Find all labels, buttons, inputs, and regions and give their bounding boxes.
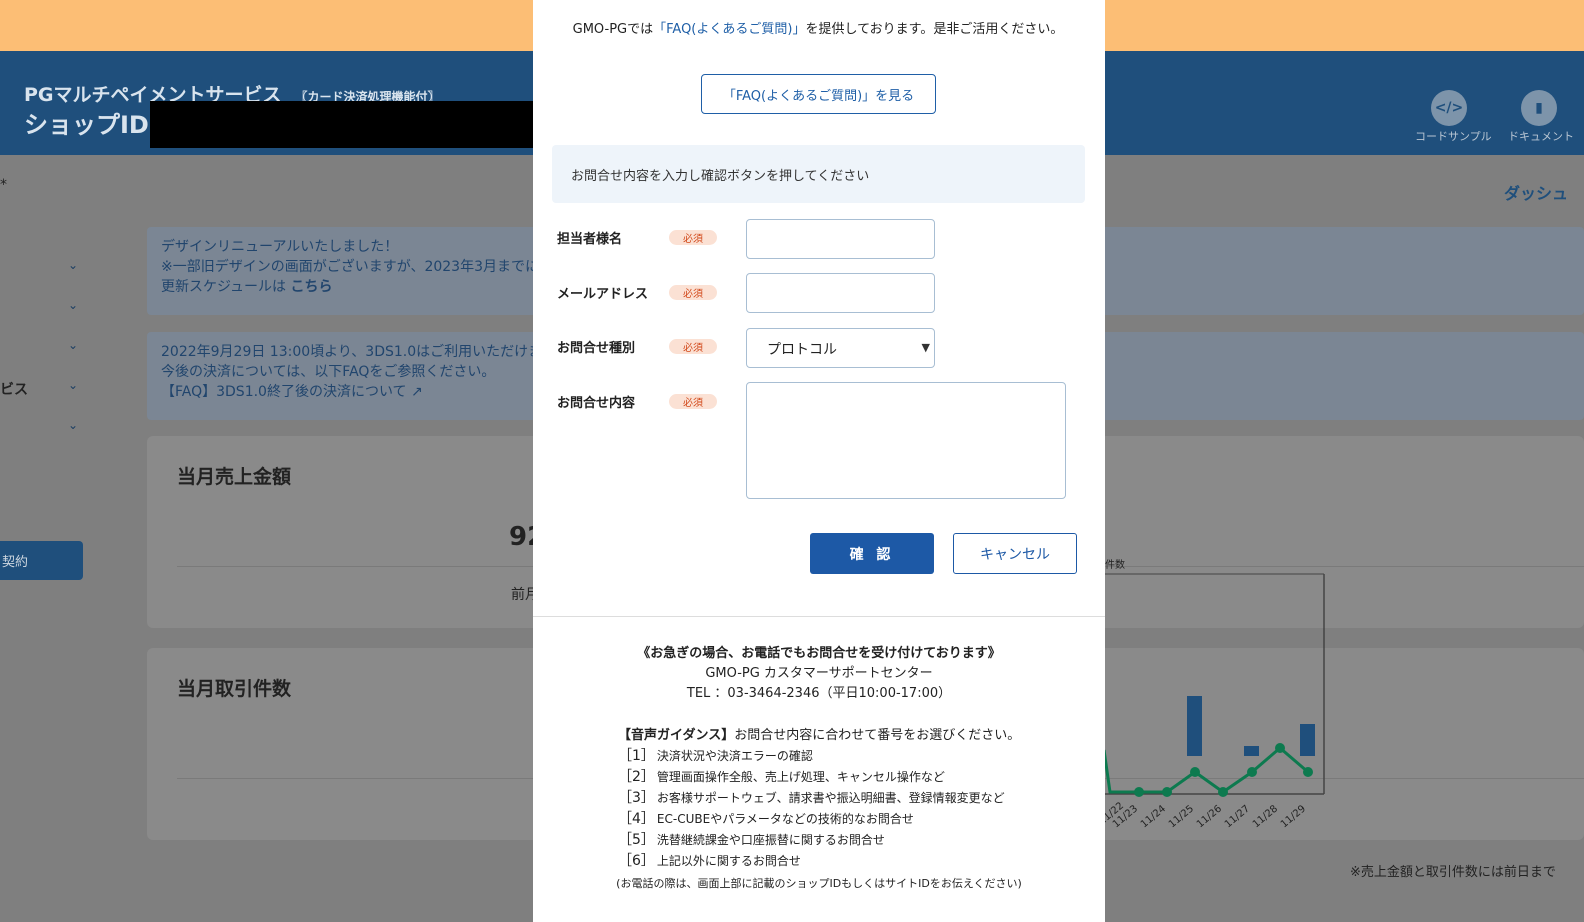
chart-points [1134,743,1313,797]
intro-suffix: を提供しております。是非ご活用ください。 [805,22,1064,37]
intro-prefix: GMO-PGでは [572,22,654,37]
option-number: ［3］ [618,790,655,806]
cancel-button[interactable]: キャンセル [953,533,1077,574]
chart-svg: 11/22 11/23 11/24 11/25 11/26 11/27 11/2… [1100,573,1325,830]
chevron-down-icon[interactable]: ⌄ [68,418,78,432]
content-label: お問合せ内容 [557,396,636,411]
guide-title: 【音声ガイダンス】 [618,728,735,743]
chevron-down-icon[interactable]: ⌄ [68,378,78,392]
x-tick: 11/26 [1195,803,1224,830]
chart-bar [1300,724,1315,756]
chart-line [1102,746,1309,794]
divider [533,616,1105,617]
required-badge: 必須 [669,394,717,409]
schedule-link[interactable]: こちら [290,279,332,295]
phone-note: (お電話の際は、画面上部に記載のショップIDもしくはサイトIDをお伝えください) [616,877,1022,890]
code-sample-label: コードサンプル [1415,130,1492,143]
guide-option: ［4］ EC-CUBEやパラメータなどの技術的なお問合せ [618,809,1020,830]
chevron-down-icon[interactable]: ⌄ [68,258,78,272]
required-badge: 必須 [669,339,717,354]
option-text: 上記以外に関するお問合せ [656,854,801,868]
option-text: EC-CUBEやパラメータなどの技術的なお問合せ [656,812,914,826]
option-number: ［2］ [618,769,655,785]
guide-option: ［6］ 上記以外に関するお問合せ [618,851,1020,872]
sidebar-star-icon: * [0,177,7,193]
chart-series-label: 件数 [1105,560,1125,571]
option-text: 洗替継続課金や口座振替に関するお問合せ [656,833,885,847]
x-tick: 11/28 [1251,803,1280,830]
type-label: お問合せ種別 [557,341,636,356]
option-number: ［6］ [618,853,655,869]
sidebar-item-label: ビス [0,382,28,398]
chart-x-ticks: 11/22 11/23 11/24 11/25 11/26 11/27 11/2… [1100,800,1308,830]
select-value: プロトコル [767,342,837,358]
count-card-title: 当月取引件数 [177,678,292,700]
guide-heading: 【音声ガイダンス】お問合せ内容に合わせて番号をお選びください。 [618,726,1020,746]
option-number: ［4］ [618,811,655,827]
chart-bar [1187,696,1202,756]
intro-text: GMO-PGでは「FAQ(よくあるご質問)」を提供しております。是非ご活用くださ… [563,20,1073,39]
dashboard-link[interactable]: ダッシュ [1504,180,1568,204]
guide-text: お問合せ内容に合わせて番号をお選びください。 [734,728,1021,743]
required-badge: 必須 [669,230,717,245]
support-center: GMO-PG カスタマーサポートセンター [705,666,933,681]
inquiry-content-textarea[interactable] [746,382,1066,499]
x-tick: 11/29 [1279,803,1308,830]
sales-card-title: 当月売上金額 [177,466,292,488]
guide-option: ［1］ 決済状況や決済エラーの確認 [618,746,1020,767]
chart-bar [1244,746,1259,756]
chart-footnote: ※売上金額と取引件数には前日まで [1350,865,1556,880]
guide-option: ［2］ 管理画面操作全般、売上げ処理、キャンセル操作など [618,767,1020,788]
name-label: 担当者様名 [557,232,623,247]
email-field[interactable] [746,273,935,313]
faq-inline-link[interactable]: 「FAQ(よくあるご質問)」 [653,22,805,37]
sidebar-contract-button[interactable]: 契約 [0,541,83,580]
option-text: お客様サポートウェブ、請求書や振込明細書、登録情報変更など [656,791,1005,805]
voice-guidance: 【音声ガイダンス】お問合せ内容に合わせて番号をお選びください。 ［1］ 決済状況や… [618,726,1020,872]
x-tick: 11/24 [1139,803,1168,830]
guide-option: ［5］ 洗替継続課金や口座振替に関するお問合せ [618,830,1020,851]
email-label: メールアドレス [557,287,649,302]
shop-id-redacted [150,101,536,148]
phone-tel: TEL ：03-3464-2346（平日10:00-17:00） [686,686,952,701]
document-label: ドキュメント [1508,130,1574,143]
option-text: 管理画面操作全般、売上げ処理、キャンセル操作など [656,770,945,784]
name-field[interactable] [746,219,935,259]
option-number: ［5］ [618,832,655,848]
faq-3ds-link-text: 【FAQ】3DS1.0終了後の決済について [161,384,407,400]
confirm-button[interactable]: 確 認 [810,533,934,574]
inquiry-type-select[interactable]: プロトコル ▼ [746,328,935,368]
required-badge: 必須 [669,285,717,300]
faq-button[interactable]: 「FAQ(よくあるご質問)」を見る [701,74,936,114]
x-tick: 11/27 [1223,803,1252,830]
guide-option: ［3］ お客様サポートウェブ、請求書や振込明細書、登録情報変更など [618,788,1020,809]
shop-id-label: ショップID: [24,111,159,139]
inquiry-modal: GMO-PGでは「FAQ(よくあるご質問)」を提供しております。是非ご活用くださ… [533,0,1105,922]
x-tick: 11/25 [1167,803,1196,830]
chevron-down-icon[interactable]: ⌄ [68,338,78,352]
notice-text: 更新スケジュールは [161,279,291,295]
option-number: ［1］ [618,748,655,764]
code-icon[interactable]: </> [1431,90,1467,126]
book-icon[interactable]: ▮ [1521,90,1557,126]
chevron-down-icon: ▼ [921,341,930,354]
phone-info: 《お急ぎの場合、お電話でもお問合せを受け付けております》 GMO-PG カスタマ… [533,644,1105,704]
instruction-box: お問合せ内容を入力し確認ボタンを押してください [552,145,1085,203]
external-link-icon: ↗ [411,384,423,400]
phone-urgent: 《お急ぎの場合、お電話でもお問合せを受け付けております》 [637,646,1001,661]
chevron-down-icon[interactable]: ⌄ [68,298,78,312]
option-text: 決済状況や決済エラーの確認 [656,749,813,763]
